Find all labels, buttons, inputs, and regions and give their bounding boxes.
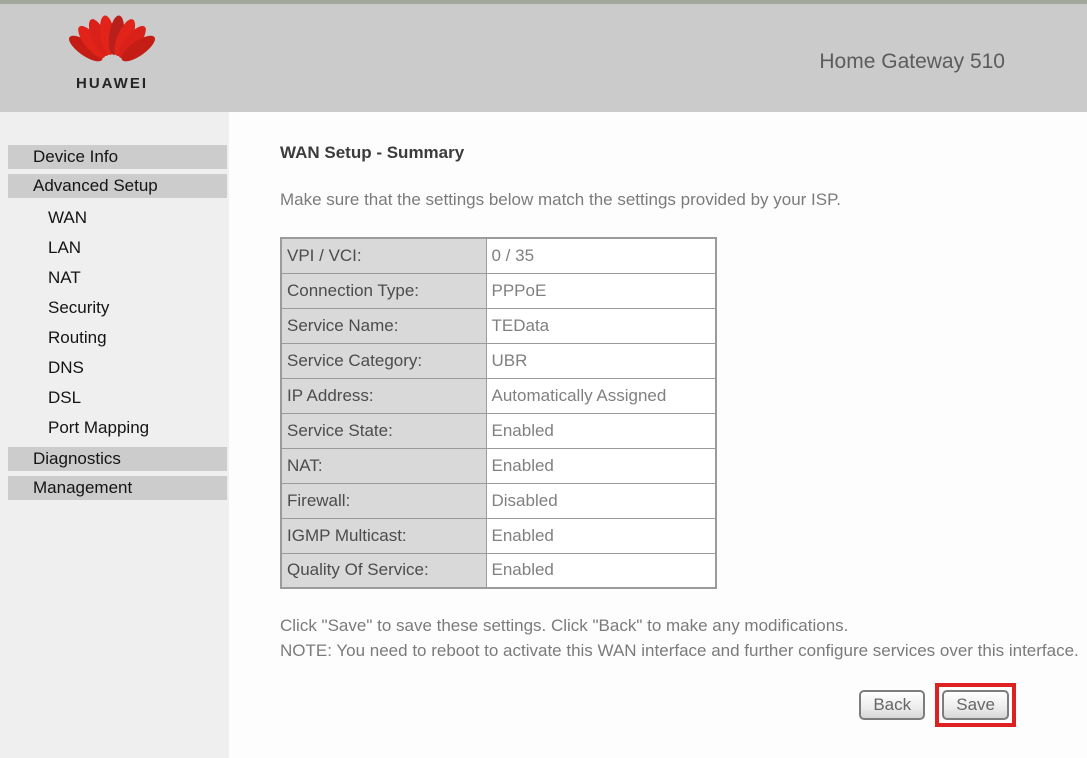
row-value: UBR [486, 343, 716, 378]
router-admin-page: HUAWEI Home Gateway 510 Device Info Adva… [0, 0, 1087, 758]
sidebar-item-management[interactable]: Management [8, 476, 227, 500]
huawei-flower-icon [66, 12, 158, 73]
sidebar-item-wan[interactable]: WAN [0, 203, 229, 233]
footer-line-reboot-note: NOTE: You need to reboot to activate thi… [280, 638, 1087, 663]
intro-text: Make sure that the settings below match … [280, 190, 1087, 210]
footer-line-save-back: Click "Save" to save these settings. Cli… [280, 613, 1087, 638]
row-label: Connection Type: [281, 273, 486, 308]
sidebar-item-dns[interactable]: DNS [0, 353, 229, 383]
main-content: WAN Setup - Summary Make sure that the s… [229, 112, 1087, 758]
row-label: IGMP Multicast: [281, 518, 486, 553]
row-value: Enabled [486, 553, 716, 588]
table-row: Firewall: Disabled [281, 483, 716, 518]
row-value: Automatically Assigned [486, 378, 716, 413]
sidebar-item-security[interactable]: Security [0, 293, 229, 323]
page-title: WAN Setup - Summary [280, 143, 1087, 163]
sidebar-item-nat[interactable]: NAT [0, 263, 229, 293]
table-row: NAT: Enabled [281, 448, 716, 483]
product-title: Home Gateway 510 [819, 50, 1005, 74]
save-button-highlight-annotation: Save [935, 683, 1016, 727]
row-label: Firewall: [281, 483, 486, 518]
sidebar-item-diagnostics[interactable]: Diagnostics [8, 447, 227, 471]
row-value: PPPoE [486, 273, 716, 308]
row-value: Enabled [486, 518, 716, 553]
table-row: VPI / VCI: 0 / 35 [281, 238, 716, 273]
row-value: TEData [486, 308, 716, 343]
sidebar-item-port-mapping[interactable]: Port Mapping [0, 413, 229, 443]
sidebar-item-lan[interactable]: LAN [0, 233, 229, 263]
sidebar-nav: Device Info Advanced Setup WAN LAN NAT S… [0, 112, 229, 758]
row-label: Service Name: [281, 308, 486, 343]
table-row: Connection Type: PPPoE [281, 273, 716, 308]
row-label: IP Address: [281, 378, 486, 413]
back-button[interactable]: Back [859, 690, 925, 720]
table-row: Service Category: UBR [281, 343, 716, 378]
row-value: 0 / 35 [486, 238, 716, 273]
huawei-wordmark: HUAWEI [66, 75, 158, 92]
row-label: Quality Of Service: [281, 553, 486, 588]
row-value: Disabled [486, 483, 716, 518]
table-row: Service Name: TEData [281, 308, 716, 343]
header: HUAWEI Home Gateway 510 [0, 4, 1087, 112]
table-row: Quality Of Service: Enabled [281, 553, 716, 588]
save-button[interactable]: Save [942, 690, 1009, 720]
row-label: VPI / VCI: [281, 238, 486, 273]
sidebar-item-device-info[interactable]: Device Info [8, 145, 227, 169]
row-value: Enabled [486, 448, 716, 483]
table-row: Service State: Enabled [281, 413, 716, 448]
button-row: Back Save [280, 683, 1087, 727]
table-row: IGMP Multicast: Enabled [281, 518, 716, 553]
footer-note: Click "Save" to save these settings. Cli… [280, 613, 1087, 663]
wan-summary-table: VPI / VCI: 0 / 35 Connection Type: PPPoE… [280, 237, 717, 589]
sidebar-item-advanced-setup[interactable]: Advanced Setup [8, 174, 227, 198]
row-label: Service Category: [281, 343, 486, 378]
row-value: Enabled [486, 413, 716, 448]
huawei-logo: HUAWEI [66, 12, 158, 92]
row-label: Service State: [281, 413, 486, 448]
table-row: IP Address: Automatically Assigned [281, 378, 716, 413]
sidebar-item-routing[interactable]: Routing [0, 323, 229, 353]
row-label: NAT: [281, 448, 486, 483]
body: Device Info Advanced Setup WAN LAN NAT S… [0, 112, 1087, 758]
sidebar-item-dsl[interactable]: DSL [0, 383, 229, 413]
